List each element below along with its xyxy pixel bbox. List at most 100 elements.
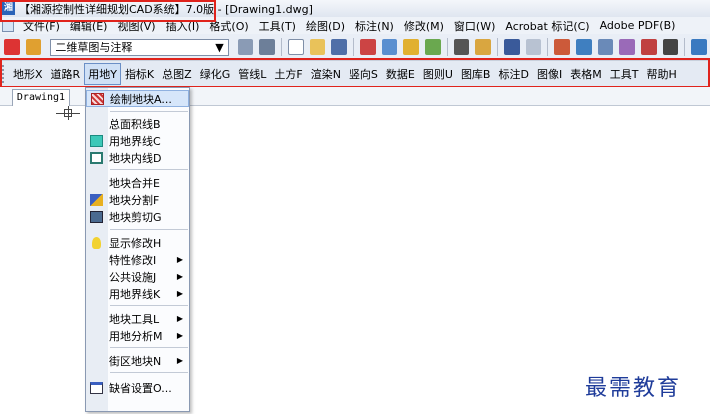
menu-format[interactable]: 格式(O) <box>204 18 253 34</box>
workspace-select[interactable]: 二维草图与注释 ▼ <box>50 38 229 56</box>
pan-icon[interactable] <box>554 39 571 55</box>
cmd-image[interactable]: 图像I <box>533 63 566 85</box>
pdf-icon[interactable] <box>4 39 20 55</box>
save-icon[interactable] <box>331 39 348 55</box>
pickbox-cursor <box>64 109 72 117</box>
hatch-icon <box>91 92 104 105</box>
menu-item-label: 地块分割F <box>109 193 160 207</box>
menu-modify[interactable]: 修改(M) <box>399 18 449 34</box>
menu-window[interactable]: 窗口(W) <box>449 18 500 34</box>
toolbar-separator <box>547 38 549 56</box>
menu-view[interactable]: 视图(V) <box>112 18 160 34</box>
menu-item-label: 用地分析M <box>109 329 163 343</box>
help-icon[interactable] <box>691 39 708 55</box>
workspace-select-value: 二维草图与注释 <box>55 41 133 54</box>
menu-item-land-boundary[interactable]: 用地界线C <box>86 132 189 149</box>
bulb-icon <box>92 236 101 249</box>
menu-item-land-analysis[interactable]: 用地分析M ▶ <box>86 327 189 344</box>
workspace-settings-icon[interactable] <box>237 39 254 55</box>
cut-tool-icon[interactable] <box>453 39 470 55</box>
cmd-terrain[interactable]: 地形X <box>9 63 47 85</box>
cmd-annotation[interactable]: 标注D <box>494 63 532 85</box>
menu-item-label: 公共设施J <box>109 270 157 284</box>
open-icon[interactable] <box>309 39 326 55</box>
cmd-land-use[interactable]: 用地Y <box>84 63 121 85</box>
menu-item-label: 用地界线C <box>109 134 161 148</box>
menu-item-label: 用地界线K <box>109 287 161 301</box>
cmd-master-plan[interactable]: 总图Z <box>158 63 196 85</box>
cmd-data[interactable]: 数据E <box>382 63 419 85</box>
menu-item-inner-line[interactable]: 地块内线D <box>86 149 189 166</box>
cmd-render[interactable]: 渲染N <box>307 63 345 85</box>
publish-icon[interactable] <box>403 39 420 55</box>
menu-item-property-modify[interactable]: 特性修改I ▶ <box>86 251 189 268</box>
cmd-index[interactable]: 指标K <box>121 63 158 85</box>
menu-acrobat[interactable]: Acrobat 标记(C) <box>500 18 594 34</box>
menu-item-public-facilities[interactable]: 公共设施J ▶ <box>86 268 189 285</box>
menu-item-block-parcel[interactable]: 街区地块N ▶ <box>86 352 189 369</box>
cmd-pipeline[interactable]: 管线L <box>234 63 270 85</box>
submenu-arrow-icon: ▶ <box>176 356 183 365</box>
zoom-icon[interactable] <box>576 39 592 55</box>
cmd-library[interactable]: 图库B <box>457 63 495 85</box>
calculator-icon[interactable] <box>662 39 679 55</box>
menu-item-parcel-tools[interactable]: 地块工具L ▶ <box>86 310 189 327</box>
menu-item-label: 显示修改H <box>109 236 162 250</box>
menu-tools[interactable]: 工具(T) <box>254 18 301 34</box>
cmd-earthwork[interactable]: 土方F <box>270 63 306 85</box>
menu-item-label: 总面积线B <box>109 117 161 131</box>
menu-item-split-parcel[interactable]: 地块分割F <box>86 191 189 208</box>
menu-dimension[interactable]: 标注(N) <box>350 18 399 34</box>
standard-toolbar: 二维草图与注释 ▼ <box>0 34 710 61</box>
menu-separator <box>110 169 188 170</box>
boundary-icon <box>90 134 103 147</box>
menu-item-display-modify[interactable]: 显示修改H <box>86 234 189 251</box>
cmd-tools[interactable]: 工具T <box>606 63 643 85</box>
menu-draw[interactable]: 绘图(D) <box>301 18 350 34</box>
menu-item-label: 街区地块N <box>109 354 162 368</box>
document-icon[interactable] <box>2 19 14 32</box>
cmd-table[interactable]: 表格M <box>566 63 606 85</box>
cmd-greening[interactable]: 绿化G <box>196 63 235 85</box>
preview-icon[interactable] <box>381 39 398 55</box>
toolbar-separator <box>281 38 283 56</box>
title-bar: 湘 【湘源控制性详细规划CAD系统】7.0版 - [Drawing1.dwg] <box>0 0 710 17</box>
cmd-road[interactable]: 道路R <box>47 63 85 85</box>
submenu-arrow-icon: ▶ <box>176 272 183 281</box>
cmd-vertical[interactable]: 竖向S <box>345 63 382 85</box>
menu-adobe-pdf[interactable]: Adobe PDF(B) <box>595 19 681 32</box>
cmd-regulation[interactable]: 图则U <box>419 63 457 85</box>
submenu-arrow-icon: ▶ <box>176 289 183 298</box>
toolbar-separator <box>497 38 499 56</box>
menu-item-land-boundary-sub[interactable]: 用地界线K ▶ <box>86 285 189 302</box>
undo-icon[interactable] <box>504 39 520 55</box>
cut-icon <box>90 210 103 223</box>
redo-icon[interactable] <box>525 39 542 55</box>
watermark: 最需教育 <box>585 376 682 401</box>
plot-icon[interactable] <box>425 39 441 55</box>
menu-item-merge-parcel[interactable]: 地块合并E <box>86 174 189 191</box>
properties-icon[interactable] <box>597 39 614 55</box>
cmd-help[interactable]: 帮助H <box>642 63 680 85</box>
toolbar-grip[interactable] <box>2 65 6 83</box>
menu-edit[interactable]: 编辑(E) <box>65 18 113 34</box>
print-icon[interactable] <box>360 39 376 55</box>
menu-item-label: 地块内线D <box>109 151 162 165</box>
tab-drawing1[interactable]: Drawing1 <box>12 89 70 106</box>
toolbar-separator <box>353 38 355 56</box>
menu-insert[interactable]: 插入(I) <box>161 18 205 34</box>
menu-separator <box>110 347 188 348</box>
match-properties-icon[interactable] <box>475 39 492 55</box>
workspace-lock-icon[interactable] <box>259 39 276 55</box>
tool-palettes-icon[interactable] <box>641 39 657 55</box>
menu-item-draw-parcel[interactable]: 绘制地块A... <box>86 90 189 107</box>
menu-item-total-area-line[interactable]: 总面积线B <box>86 115 189 132</box>
pdf-settings-icon[interactable] <box>25 39 42 55</box>
design-center-icon[interactable] <box>619 39 636 55</box>
menu-item-cut-parcel[interactable]: 地块剪切G <box>86 208 189 225</box>
menu-file[interactable]: 文件(F) <box>18 18 65 34</box>
menu-item-default-settings[interactable]: 缺省设置O... <box>86 379 189 396</box>
menu-item-label: 绘制地块A... <box>110 92 172 106</box>
submenu-arrow-icon: ▶ <box>176 331 183 340</box>
new-icon[interactable] <box>288 39 304 55</box>
